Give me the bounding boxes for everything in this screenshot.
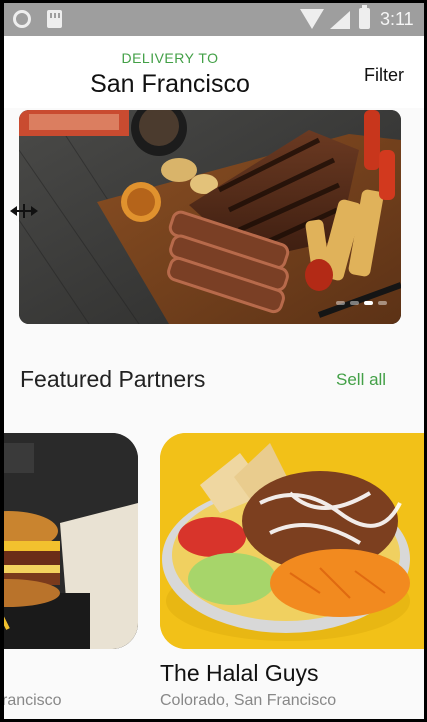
resize-cursor-icon (10, 204, 38, 218)
filter-button[interactable]: Filter (364, 65, 404, 86)
wifi-icon (300, 9, 324, 29)
carousel-dot[interactable] (350, 301, 359, 305)
burger-image (4, 433, 138, 649)
status-bar: 3:11 (4, 3, 424, 36)
carousel-dot[interactable] (336, 301, 345, 305)
app-screen: 3:11 DELIVERY TO San Francisco Filter Fe… (4, 3, 424, 719)
partner-card-image-burger[interactable] (4, 433, 138, 649)
carousel-dot[interactable] (364, 301, 373, 305)
partner-name[interactable]: The Halal Guys (160, 660, 319, 687)
app-header: DELIVERY TO San Francisco Filter (4, 36, 424, 108)
partner-card-image-halal-guys[interactable] (160, 433, 424, 649)
hero-carousel-banner[interactable] (19, 110, 401, 324)
featured-partners-heading: Featured Partners (20, 366, 206, 392)
carousel-dot[interactable] (378, 301, 387, 305)
battery-icon (359, 5, 370, 29)
see-all-link[interactable]: Sell all (336, 370, 386, 390)
partner-location: Colorado, San Francisco (160, 692, 337, 709)
status-time: 3:11 (380, 9, 414, 29)
notification-circle-icon (13, 10, 31, 28)
delivery-city[interactable]: San Francisco (4, 70, 336, 99)
carousel-indicator (336, 301, 387, 305)
delivery-to-label: DELIVERY TO (121, 50, 219, 66)
sd-card-icon (47, 10, 62, 28)
signal-icon (330, 11, 350, 29)
steak-platter-image (19, 110, 401, 324)
halal-platter-image (160, 433, 424, 649)
partner-location: rancisco (4, 692, 62, 709)
